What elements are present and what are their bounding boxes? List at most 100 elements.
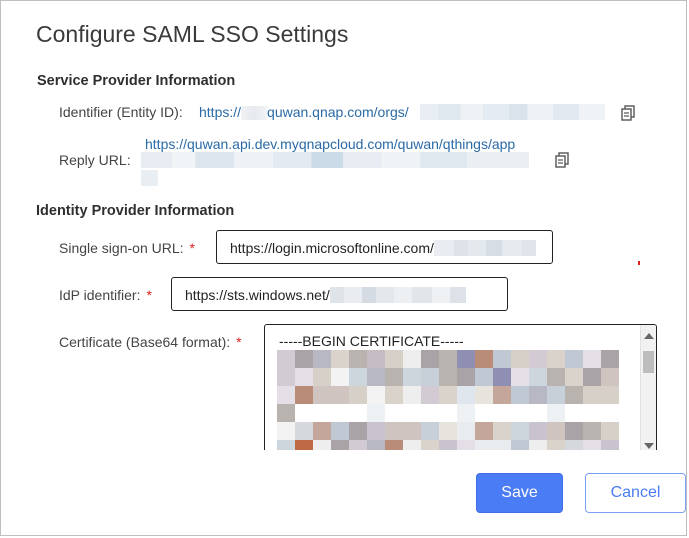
redacted-cell [421, 440, 439, 450]
redacted-cell [493, 404, 511, 422]
redacted-cell [583, 368, 601, 386]
redacted-cell [421, 422, 439, 440]
redacted-cell [385, 350, 403, 368]
redacted-cell [511, 404, 529, 422]
redacted-cell [601, 422, 619, 440]
redacted-cell [457, 404, 475, 422]
redacted-cell [313, 368, 331, 386]
redacted-cell [601, 404, 619, 422]
redacted-cell [529, 422, 547, 440]
redacted-cell [421, 350, 439, 368]
certificate-label-text: Certificate (Base64 format): [59, 334, 231, 350]
redacted-cell [385, 404, 403, 422]
redacted-cell [565, 386, 583, 404]
redacted-cell [439, 404, 457, 422]
redacted-cell [439, 350, 457, 368]
redacted-cell [295, 368, 313, 386]
redacted-row [277, 350, 619, 368]
required-mark: * [236, 334, 242, 350]
sso-url-input[interactable]: https://login.microsoftonline.com/ [216, 230, 553, 264]
redacted-cell [277, 368, 295, 386]
cancel-button[interactable]: Cancel [585, 473, 686, 513]
save-button[interactable]: Save [476, 473, 563, 513]
redacted-cell [403, 368, 421, 386]
redacted-cell [475, 350, 493, 368]
redacted-cell [457, 368, 475, 386]
redacted-cell [385, 386, 403, 404]
redacted-cell [493, 350, 511, 368]
redacted-cell [601, 368, 619, 386]
redacted-cell [439, 422, 457, 440]
redacted-cell [583, 350, 601, 368]
redacted-cell [583, 422, 601, 440]
copy-reply-url-icon[interactable] [554, 152, 570, 168]
scroll-down-icon[interactable] [644, 443, 654, 449]
redacted-cell [583, 404, 601, 422]
redacted-cell [277, 404, 295, 422]
redacted-row [277, 368, 619, 386]
scrollbar-thumb[interactable] [643, 351, 654, 373]
redacted-cell [313, 350, 331, 368]
redacted-cell [367, 368, 385, 386]
redacted-cell [493, 422, 511, 440]
redacted-cell [421, 386, 439, 404]
required-mark: * [146, 287, 152, 303]
redacted-cell [583, 386, 601, 404]
sso-url-label: Single sign-on URL: * [59, 240, 195, 256]
redacted-cell [331, 404, 349, 422]
redacted-cell [439, 368, 457, 386]
identifier-redacted-1 [241, 106, 268, 121]
redacted-cell [457, 440, 475, 450]
redacted-cell [295, 386, 313, 404]
redacted-cell [367, 386, 385, 404]
reply-url[interactable]: https://quwan.api.dev.myqnapcloud.com/qu… [145, 136, 515, 152]
idp-identifier-value: https://sts.windows.net/ [185, 287, 330, 304]
redacted-cell [565, 404, 583, 422]
certificate-label: Certificate (Base64 format): * [59, 334, 242, 350]
redacted-cell [277, 422, 295, 440]
certificate-scrollbar[interactable] [640, 325, 656, 450]
redacted-cell [277, 386, 295, 404]
idp-identifier-input[interactable]: https://sts.windows.net/ [171, 277, 508, 311]
copy-identifier-icon[interactable] [620, 105, 636, 121]
redacted-cell [421, 404, 439, 422]
redacted-cell [349, 404, 367, 422]
redacted-cell [565, 422, 583, 440]
redacted-cell [565, 368, 583, 386]
redacted-cell [403, 386, 421, 404]
redacted-cell [529, 350, 547, 368]
redacted-cell [367, 350, 385, 368]
redacted-cell [547, 368, 565, 386]
redacted-cell [475, 386, 493, 404]
identifier-url-prefix: https:// [199, 104, 242, 120]
redacted-cell [547, 386, 565, 404]
identifier-url[interactable]: https:// quwan.qnap.com/orgs/ [199, 104, 409, 121]
redacted-row [277, 440, 619, 450]
redacted-cell [295, 422, 313, 440]
redacted-cell [475, 368, 493, 386]
identifier-label: Identifier (Entity ID): [59, 104, 183, 120]
redacted-cell [385, 440, 403, 450]
redacted-cell [295, 350, 313, 368]
redacted-cell [403, 422, 421, 440]
redacted-cell [511, 368, 529, 386]
redacted-cell [439, 386, 457, 404]
service-provider-heading: Service Provider Information [37, 73, 236, 89]
sso-url-value: https://login.microsoftonline.com/ [230, 240, 434, 257]
redacted-cell [493, 386, 511, 404]
certificate-textarea[interactable]: -----BEGIN CERTIFICATE----- [264, 324, 657, 450]
redacted-cell [493, 368, 511, 386]
redacted-cell [493, 440, 511, 450]
redacted-cell [511, 440, 529, 450]
redacted-cell [277, 440, 295, 450]
redacted-cell [601, 386, 619, 404]
redacted-cell [349, 350, 367, 368]
redacted-cell [475, 422, 493, 440]
redacted-cell [457, 422, 475, 440]
reply-url-label: Reply URL: [59, 152, 131, 168]
redacted-cell [547, 350, 565, 368]
scroll-up-icon[interactable] [644, 333, 654, 339]
redacted-cell [313, 422, 331, 440]
redacted-cell [313, 440, 331, 450]
dialog-title: Configure SAML SSO Settings [36, 21, 349, 47]
